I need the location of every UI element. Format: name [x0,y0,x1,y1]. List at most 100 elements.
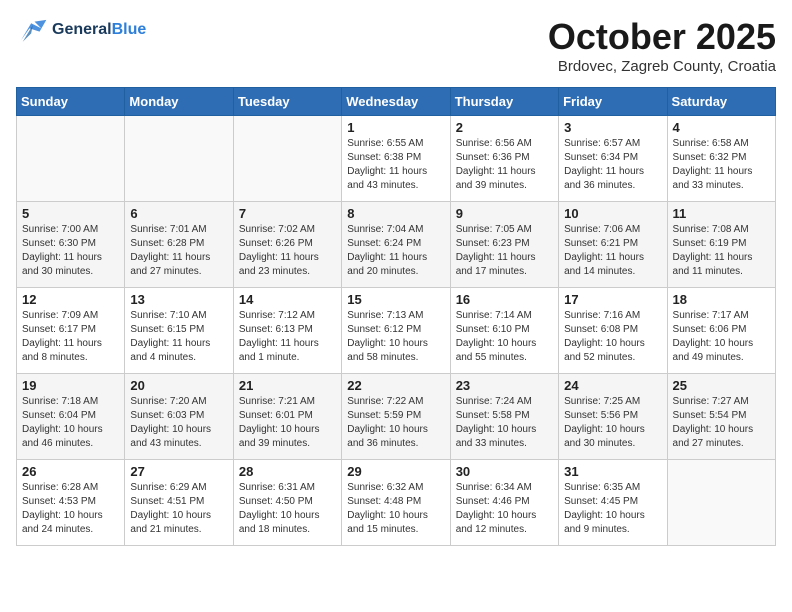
day-info: Sunrise: 7:08 AM Sunset: 6:19 PM Dayligh… [673,223,770,279]
calendar-cell: 8 Sunrise: 7:04 AM Sunset: 6:24 PM Daylig… [342,202,450,288]
day-info: Sunrise: 7:27 AM Sunset: 5:54 PM Dayligh… [673,395,770,451]
page-header: GeneralBlue October 2025 Brdovec, Zagreb… [16,16,776,75]
day-number: 12 [22,292,119,307]
day-info: Sunrise: 7:18 AM Sunset: 6:04 PM Dayligh… [22,395,119,451]
day-number: 21 [239,378,336,393]
day-number: 6 [130,206,227,221]
day-number: 27 [130,464,227,479]
calendar-cell: 20Sunrise: 7:20 AM Sunset: 6:03 PM Dayli… [125,374,233,460]
day-info: Sunrise: 6:58 AM Sunset: 6:32 PM Dayligh… [673,137,770,193]
day-info: Sunrise: 7:04 AM Sunset: 6:24 PM Dayligh… [347,223,444,279]
calendar-cell [233,116,341,202]
day-number: 24 [564,378,661,393]
day-number: 29 [347,464,444,479]
day-info: Sunrise: 6:29 AM Sunset: 4:51 PM Dayligh… [130,481,227,537]
day-info: Sunrise: 7:25 AM Sunset: 5:56 PM Dayligh… [564,395,661,451]
day-number: 19 [22,378,119,393]
day-number: 26 [22,464,119,479]
day-info: Sunrise: 7:10 AM Sunset: 6:15 PM Dayligh… [130,309,227,365]
day-number: 20 [130,378,227,393]
calendar-cell: 25Sunrise: 7:27 AM Sunset: 5:54 PM Dayli… [667,374,775,460]
week-row-5: 26 Sunrise: 6:28 AM Sunset: 4:53 PM Dayli… [17,460,776,546]
calendar-cell: 16 Sunrise: 7:14 AM Sunset: 6:10 PM Dayli… [450,288,558,374]
day-number: 5 [22,206,119,221]
calendar-cell: 28 Sunrise: 6:31 AM Sunset: 4:50 PM Dayli… [233,460,341,546]
calendar-cell: 2Sunrise: 6:56 AM Sunset: 6:36 PM Daylig… [450,116,558,202]
calendar-cell: 15 Sunrise: 7:13 AM Sunset: 6:12 PM Dayli… [342,288,450,374]
day-info: Sunrise: 7:02 AM Sunset: 6:26 PM Dayligh… [239,223,336,279]
logo: GeneralBlue [16,16,146,44]
logo-icon [16,16,48,44]
day-number: 1 [347,120,444,135]
calendar-cell: 12 Sunrise: 7:09 AM Sunset: 6:17 PM Dayli… [17,288,125,374]
calendar-cell: 29 Sunrise: 6:32 AM Sunset: 4:48 PM Dayli… [342,460,450,546]
day-info: Sunrise: 7:17 AM Sunset: 6:06 PM Dayligh… [673,309,770,365]
day-info: Sunrise: 7:22 AM Sunset: 5:59 PM Dayligh… [347,395,444,451]
logo-text: GeneralBlue [52,20,146,39]
calendar-cell: 9Sunrise: 7:05 AM Sunset: 6:23 PM Daylig… [450,202,558,288]
day-number: 15 [347,292,444,307]
day-number: 17 [564,292,661,307]
day-info: Sunrise: 7:05 AM Sunset: 6:23 PM Dayligh… [456,223,553,279]
calendar-cell: 4 Sunrise: 6:58 AM Sunset: 6:32 PM Daylig… [667,116,775,202]
day-info: Sunrise: 6:28 AM Sunset: 4:53 PM Dayligh… [22,481,119,537]
day-info: Sunrise: 7:09 AM Sunset: 6:17 PM Dayligh… [22,309,119,365]
week-row-4: 19 Sunrise: 7:18 AM Sunset: 6:04 PM Dayli… [17,374,776,460]
day-info: Sunrise: 7:14 AM Sunset: 6:10 PM Dayligh… [456,309,553,365]
calendar-cell: 10 Sunrise: 7:06 AM Sunset: 6:21 PM Dayli… [559,202,667,288]
day-number: 30 [456,464,553,479]
day-number: 18 [673,292,770,307]
day-number: 4 [673,120,770,135]
day-info: Sunrise: 7:01 AM Sunset: 6:28 PM Dayligh… [130,223,227,279]
title-block: October 2025 Brdovec, Zagreb County, Cro… [548,16,776,75]
day-info: Sunrise: 7:21 AM Sunset: 6:01 PM Dayligh… [239,395,336,451]
day-info: Sunrise: 6:55 AM Sunset: 6:38 PM Dayligh… [347,137,444,193]
calendar-cell: 13 Sunrise: 7:10 AM Sunset: 6:15 PM Dayli… [125,288,233,374]
calendar-cell: 31 Sunrise: 6:35 AM Sunset: 4:45 PM Dayli… [559,460,667,546]
calendar-cell: 22 Sunrise: 7:22 AM Sunset: 5:59 PM Dayli… [342,374,450,460]
day-info: Sunrise: 6:57 AM Sunset: 6:34 PM Dayligh… [564,137,661,193]
weekday-header-monday: Monday [125,88,233,116]
calendar-cell: 30Sunrise: 6:34 AM Sunset: 4:46 PM Dayli… [450,460,558,546]
day-number: 31 [564,464,661,479]
calendar-cell: 19 Sunrise: 7:18 AM Sunset: 6:04 PM Dayli… [17,374,125,460]
weekday-header-wednesday: Wednesday [342,88,450,116]
calendar-cell: 27 Sunrise: 6:29 AM Sunset: 4:51 PM Dayli… [125,460,233,546]
weekday-header-friday: Friday [559,88,667,116]
calendar-subtitle: Brdovec, Zagreb County, Croatia [548,58,776,75]
day-number: 8 [347,206,444,221]
day-number: 7 [239,206,336,221]
day-number: 23 [456,378,553,393]
calendar-cell: 21 Sunrise: 7:21 AM Sunset: 6:01 PM Dayli… [233,374,341,460]
day-info: Sunrise: 7:06 AM Sunset: 6:21 PM Dayligh… [564,223,661,279]
day-info: Sunrise: 7:16 AM Sunset: 6:08 PM Dayligh… [564,309,661,365]
calendar-body: 1 Sunrise: 6:55 AM Sunset: 6:38 PM Daylig… [17,116,776,546]
week-row-2: 5 Sunrise: 7:00 AM Sunset: 6:30 PM Daylig… [17,202,776,288]
day-info: Sunrise: 6:35 AM Sunset: 4:45 PM Dayligh… [564,481,661,537]
weekday-header-thursday: Thursday [450,88,558,116]
day-info: Sunrise: 6:32 AM Sunset: 4:48 PM Dayligh… [347,481,444,537]
day-info: Sunrise: 7:24 AM Sunset: 5:58 PM Dayligh… [456,395,553,451]
day-info: Sunrise: 6:31 AM Sunset: 4:50 PM Dayligh… [239,481,336,537]
day-number: 22 [347,378,444,393]
week-row-3: 12 Sunrise: 7:09 AM Sunset: 6:17 PM Dayli… [17,288,776,374]
day-number: 3 [564,120,661,135]
calendar-cell: 18 Sunrise: 7:17 AM Sunset: 6:06 PM Dayli… [667,288,775,374]
day-info: Sunrise: 7:13 AM Sunset: 6:12 PM Dayligh… [347,309,444,365]
calendar-cell: 5 Sunrise: 7:00 AM Sunset: 6:30 PM Daylig… [17,202,125,288]
calendar-title: October 2025 [548,16,776,58]
calendar-cell: 23 Sunrise: 7:24 AM Sunset: 5:58 PM Dayli… [450,374,558,460]
day-info: Sunrise: 7:12 AM Sunset: 6:13 PM Dayligh… [239,309,336,365]
day-number: 28 [239,464,336,479]
day-number: 13 [130,292,227,307]
day-info: Sunrise: 6:56 AM Sunset: 6:36 PM Dayligh… [456,137,553,193]
weekday-header-tuesday: Tuesday [233,88,341,116]
day-info: Sunrise: 7:00 AM Sunset: 6:30 PM Dayligh… [22,223,119,279]
day-number: 10 [564,206,661,221]
weekday-header-saturday: Saturday [667,88,775,116]
calendar-cell [17,116,125,202]
calendar-cell: 6 Sunrise: 7:01 AM Sunset: 6:28 PM Daylig… [125,202,233,288]
day-number: 14 [239,292,336,307]
day-number: 16 [456,292,553,307]
calendar-cell: 7 Sunrise: 7:02 AM Sunset: 6:26 PM Daylig… [233,202,341,288]
